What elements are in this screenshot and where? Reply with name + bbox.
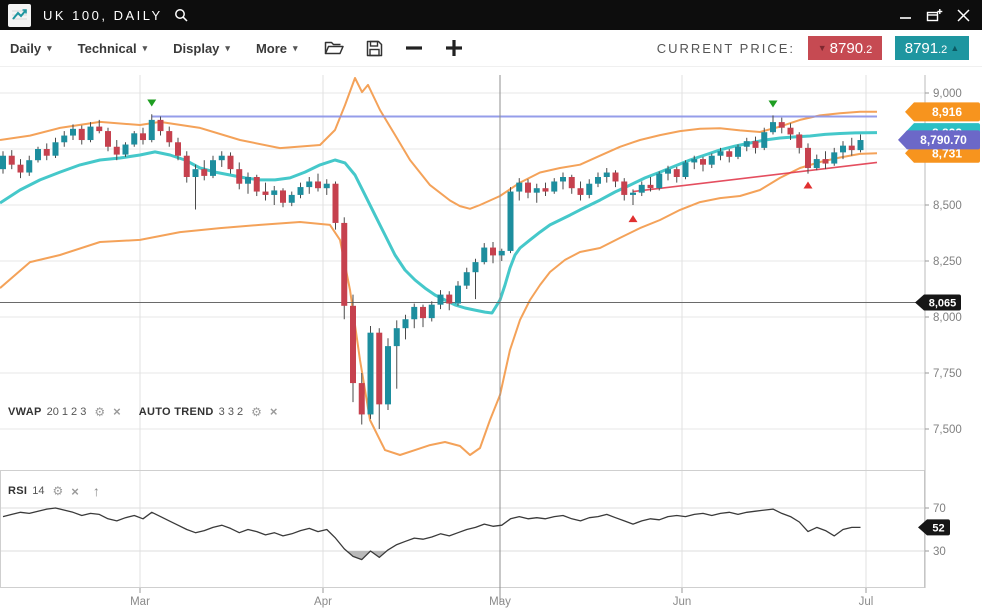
save-icon[interactable]: [366, 40, 383, 57]
menu-display[interactable]: Display ▾: [173, 41, 230, 56]
chart-title: UK 100, DAILY: [43, 8, 163, 23]
menu-technical[interactable]: Technical ▾: [78, 41, 148, 56]
remove-indicator-icon[interactable]: ×: [71, 484, 79, 499]
auto-trend-label: AUTO TREND: [139, 406, 214, 418]
gear-icon[interactable]: ⚙: [53, 484, 64, 498]
vwap-label: VWAP: [8, 406, 42, 418]
chart-canvas[interactable]: MarAprMayJunJul9,0008,5008,2508,0007,750…: [0, 67, 982, 615]
svg-text:Jul: Jul: [859, 596, 874, 608]
menu-more[interactable]: More ▾: [256, 41, 298, 56]
move-panel-up-icon[interactable]: ↑: [93, 483, 100, 499]
chevron-down-icon: ▾: [47, 43, 52, 54]
svg-text:Jun: Jun: [673, 596, 692, 608]
search-icon[interactable]: [173, 7, 189, 23]
rsi-legend: RSI 14 ⚙ × ↑: [8, 483, 100, 499]
menu-daily[interactable]: Daily ▾: [10, 41, 52, 56]
menu-daily-label: Daily: [10, 41, 41, 56]
zoom-out-icon[interactable]: [405, 45, 423, 51]
svg-text:52: 52: [932, 522, 944, 534]
menu-more-label: More: [256, 41, 287, 56]
sell-price-badge[interactable]: ▼ 8790.2: [808, 36, 882, 60]
current-price-label: CURRENT PRICE:: [657, 41, 795, 56]
rsi-label: RSI: [8, 485, 27, 497]
zoom-in-icon[interactable]: [445, 39, 463, 57]
close-button[interactable]: [957, 9, 970, 22]
gear-icon[interactable]: ⚙: [251, 405, 262, 419]
vwap-legend: VWAP 20 1 2 3 ⚙ × AUTO TREND 3 3 2 ⚙ ×: [8, 404, 277, 419]
vwap-params: 20 1 2 3: [47, 406, 87, 418]
svg-text:30: 30: [933, 546, 946, 558]
chevron-down-icon: ▾: [293, 43, 298, 54]
menu-display-label: Display: [173, 41, 219, 56]
svg-text:70: 70: [933, 503, 946, 515]
svg-text:9,000: 9,000: [933, 88, 962, 100]
arrow-up-icon: ▲: [950, 43, 959, 53]
svg-text:8,250: 8,250: [933, 256, 962, 268]
open-folder-icon[interactable]: [324, 40, 344, 56]
app-logo-icon: [8, 4, 31, 27]
rsi-params: 14: [32, 485, 44, 497]
svg-text:7,750: 7,750: [933, 368, 962, 380]
title-bar: UK 100, DAILY: [0, 0, 982, 30]
svg-text:8,790.70: 8,790.70: [920, 133, 967, 147]
toolbar: Daily ▾ Technical ▾ Display ▾ More ▾: [0, 30, 982, 67]
arrow-down-icon: ▼: [818, 43, 827, 53]
svg-text:Mar: Mar: [130, 596, 150, 608]
svg-text:Apr: Apr: [314, 596, 332, 608]
chevron-down-icon: ▾: [143, 43, 148, 54]
svg-text:8,000: 8,000: [933, 312, 962, 324]
svg-text:8,916: 8,916: [932, 105, 962, 119]
remove-indicator-icon[interactable]: ×: [270, 404, 278, 419]
auto-trend-params: 3 3 2: [219, 406, 243, 418]
gear-icon[interactable]: ⚙: [94, 405, 105, 419]
remove-indicator-icon[interactable]: ×: [113, 404, 121, 419]
svg-text:8,065: 8,065: [929, 297, 957, 309]
buy-price-badge[interactable]: 8791.2 ▲: [895, 36, 969, 60]
chevron-down-icon: ▾: [225, 43, 230, 54]
svg-text:7,500: 7,500: [933, 424, 962, 436]
minimize-button[interactable]: [899, 9, 912, 21]
popout-button[interactable]: [926, 8, 943, 23]
menu-technical-label: Technical: [78, 41, 137, 56]
svg-text:8,500: 8,500: [933, 200, 962, 212]
